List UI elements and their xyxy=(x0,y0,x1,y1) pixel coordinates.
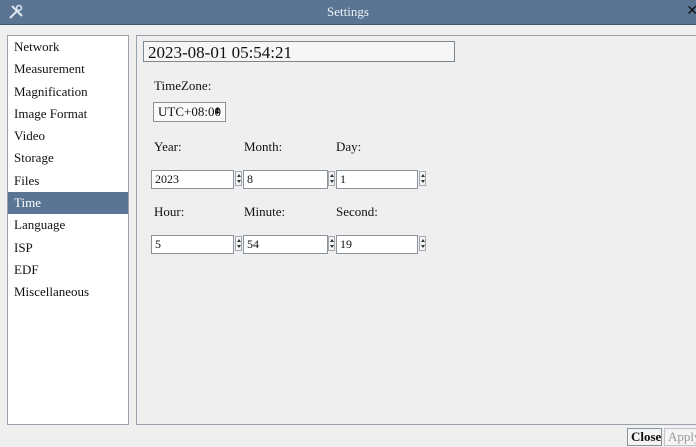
hour-value: 5 xyxy=(155,237,161,251)
time-settings-panel: 2023-08-01 05:54:21 TimeZone: UTC+08:00 … xyxy=(136,35,696,425)
month-field[interactable]: 8 xyxy=(243,170,328,189)
month-spin-arrows-icon[interactable] xyxy=(328,171,335,186)
sidebar-item-time[interactable]: Time xyxy=(8,192,128,215)
day-field[interactable]: 1 xyxy=(336,170,418,189)
timezone-label: TimeZone: xyxy=(154,78,212,93)
timezone-value: UTC+08:00 xyxy=(158,104,221,119)
day-spin-arrows-icon[interactable] xyxy=(419,171,426,186)
sidebar-item-isp[interactable]: ISP xyxy=(8,237,128,259)
apply-button[interactable]: Apply xyxy=(664,428,696,446)
year-field[interactable]: 2023 xyxy=(151,170,234,189)
window-title: Settings xyxy=(327,4,369,19)
second-label: Second: xyxy=(336,204,378,219)
second-field[interactable]: 19 xyxy=(336,235,418,254)
sidebar-item-files[interactable]: Files xyxy=(8,170,128,192)
day-value: 1 xyxy=(340,172,346,186)
minute-value: 54 xyxy=(247,237,259,251)
month-value: 8 xyxy=(247,172,253,186)
hour-field[interactable]: 5 xyxy=(151,235,234,254)
close-button[interactable]: Close xyxy=(627,428,662,446)
current-datetime-display: 2023-08-01 05:54:21 xyxy=(143,41,455,62)
day-label: Day: xyxy=(336,139,362,154)
year-spin-arrows-icon[interactable] xyxy=(235,171,242,186)
sidebar-item-network[interactable]: Network xyxy=(8,36,128,58)
sidebar-item-language[interactable]: Language xyxy=(8,214,128,236)
settings-sidebar: Network Measurement Magnification Image … xyxy=(7,35,129,425)
sidebar-item-miscellaneous[interactable]: Miscellaneous xyxy=(8,281,128,303)
sidebar-item-video[interactable]: Video xyxy=(8,125,128,147)
hour-spin-arrows-icon[interactable] xyxy=(235,236,242,251)
timezone-select[interactable]: UTC+08:00 ⬍ xyxy=(153,102,226,122)
close-icon[interactable]: ✕ xyxy=(686,3,696,19)
month-label: Month: xyxy=(244,139,283,154)
minute-field[interactable]: 54 xyxy=(243,235,328,254)
sidebar-item-image-format[interactable]: Image Format xyxy=(8,103,128,125)
second-spin-arrows-icon[interactable] xyxy=(419,236,426,251)
hour-label: Hour: xyxy=(154,204,185,219)
updown-arrows-icon: ⬍ xyxy=(213,107,221,117)
sidebar-item-magnification[interactable]: Magnification xyxy=(8,81,128,103)
sidebar-item-measurement[interactable]: Measurement xyxy=(8,58,128,80)
second-value: 19 xyxy=(340,237,352,251)
year-value: 2023 xyxy=(155,172,179,186)
year-label: Year: xyxy=(154,139,182,154)
minute-label: Minute: xyxy=(244,204,286,219)
sidebar-item-storage[interactable]: Storage xyxy=(8,147,128,169)
minute-spin-arrows-icon[interactable] xyxy=(328,236,335,251)
sidebar-item-edf[interactable]: EDF xyxy=(8,259,128,281)
title-bar: Settings ✕ xyxy=(0,0,696,25)
